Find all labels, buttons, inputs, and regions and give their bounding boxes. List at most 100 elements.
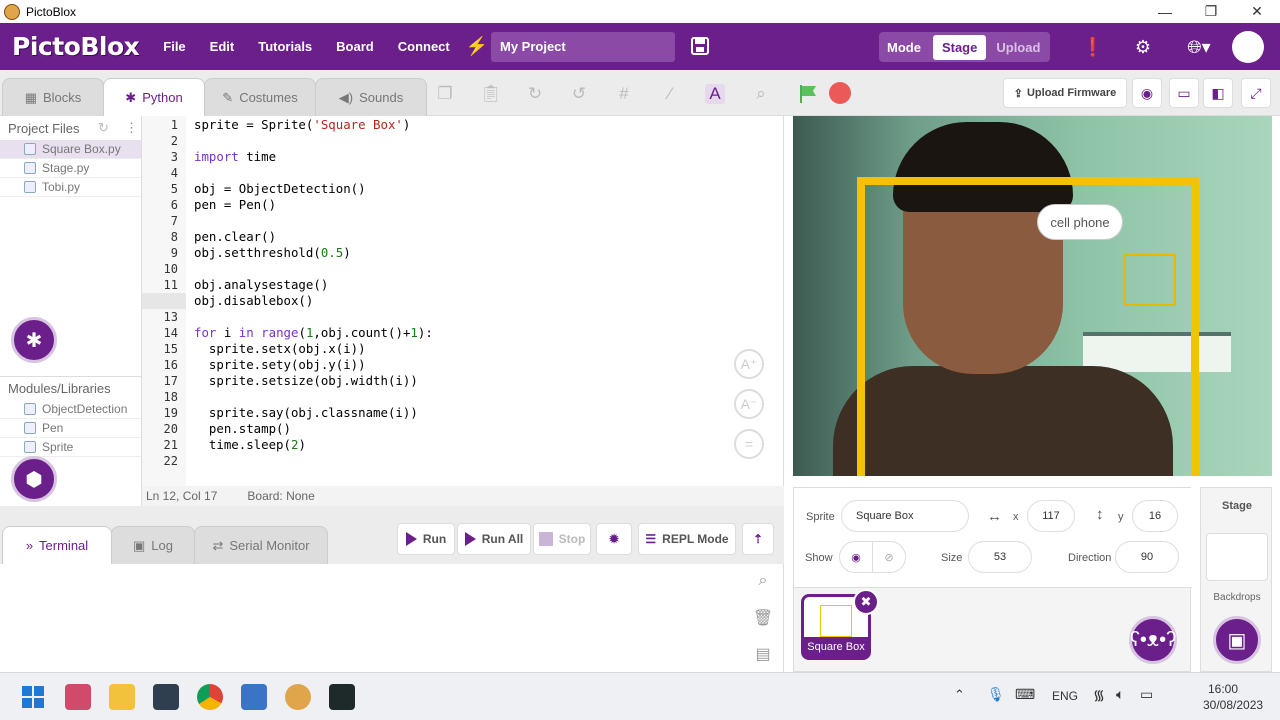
search-icon[interactable]: ⌕ bbox=[752, 572, 774, 594]
feedback-icon[interactable]: ❗ bbox=[1082, 37, 1104, 57]
gear-icon[interactable]: ⚙ bbox=[1133, 37, 1153, 57]
stop-icon[interactable] bbox=[829, 82, 851, 104]
module-item-pen[interactable]: Pen bbox=[0, 419, 141, 438]
search-icon[interactable]: ⌕ bbox=[751, 84, 771, 104]
add-module-button[interactable]: ⬢ bbox=[11, 456, 57, 502]
brush-icon: ✎ bbox=[222, 89, 234, 105]
refresh-icon[interactable]: ↻ bbox=[98, 120, 109, 136]
volume-icon[interactable]: 🔈︎ bbox=[1116, 686, 1124, 703]
clock-date[interactable]: 30/08/2023 bbox=[1203, 698, 1263, 712]
module-icon bbox=[24, 403, 36, 415]
close-button[interactable]: ✕ bbox=[1234, 0, 1280, 23]
x-label: x bbox=[1013, 511, 1019, 523]
tab-terminal[interactable]: » Terminal bbox=[2, 526, 112, 564]
size-field[interactable]: 53 bbox=[968, 541, 1032, 573]
sprite-name-field[interactable]: Square Box bbox=[841, 500, 969, 532]
file-explorer-icon[interactable] bbox=[109, 684, 135, 710]
module-icon bbox=[24, 422, 36, 434]
plug-icon[interactable]: ⚡ bbox=[466, 36, 488, 57]
menu-edit[interactable]: Edit bbox=[210, 39, 235, 54]
run-all-button[interactable]: Run All bbox=[457, 523, 531, 555]
snipping-tool-icon[interactable] bbox=[65, 684, 91, 710]
tab-sounds[interactable]: ◀) Sounds bbox=[315, 78, 427, 116]
battery-icon[interactable]: ▭ bbox=[1140, 686, 1153, 703]
clock-time[interactable]: 16:00 bbox=[1208, 682, 1238, 696]
paste-icon[interactable]: 📋︎ bbox=[480, 84, 502, 104]
mode-upload-button[interactable]: Upload bbox=[996, 40, 1040, 55]
tab-log[interactable]: ▣ Log bbox=[111, 526, 195, 564]
delete-sprite-button[interactable]: ✖ bbox=[853, 589, 879, 615]
module-item-sprite[interactable]: Sprite bbox=[0, 438, 141, 457]
globe-icon[interactable]: 🌐︎▾ bbox=[1184, 37, 1214, 57]
file-item-square-box[interactable]: Square Box.py bbox=[0, 140, 141, 159]
vertical-arrow-icon: ↕ bbox=[1096, 506, 1104, 523]
module-item-objectdetection[interactable]: ObjectDetection bbox=[0, 400, 141, 419]
y-field[interactable]: 16 bbox=[1132, 500, 1178, 532]
menu-board[interactable]: Board bbox=[336, 39, 374, 54]
line-number: 6 bbox=[170, 198, 178, 212]
stop-button[interactable]: Stop bbox=[533, 523, 591, 555]
terminal-app-icon[interactable] bbox=[153, 684, 179, 710]
zoom-out-icon[interactable]: A⁻ bbox=[734, 389, 764, 419]
direction-field[interactable]: 90 bbox=[1115, 541, 1179, 573]
add-backdrop-button[interactable]: ▣ bbox=[1213, 616, 1261, 664]
wifi-icon[interactable]: ᯾ bbox=[1093, 686, 1105, 705]
chrome-icon[interactable] bbox=[197, 684, 223, 710]
more-icon[interactable]: ⋮ bbox=[125, 120, 138, 136]
fullscreen-icon[interactable]: ⤢ bbox=[1241, 78, 1271, 108]
debug-button[interactable]: ✹ bbox=[596, 523, 632, 555]
tab-costumes[interactable]: ✎ Costumes bbox=[204, 78, 316, 116]
run-button[interactable]: Run bbox=[397, 523, 455, 555]
export-button[interactable]: ⇡ bbox=[742, 523, 774, 555]
copy-icon[interactable]: ❐ bbox=[435, 84, 455, 104]
magic-wand-icon[interactable]: ⁄ bbox=[660, 84, 680, 104]
avatar[interactable] bbox=[1232, 31, 1264, 63]
keyboard-icon[interactable]: ⌨ bbox=[1015, 686, 1035, 703]
mode-stage-button[interactable]: Stage bbox=[932, 34, 987, 60]
restore-button[interactable]: ❐ bbox=[1188, 0, 1234, 23]
redo-icon[interactable]: ↻ bbox=[525, 84, 545, 104]
hide-button[interactable]: ⊘ bbox=[872, 541, 906, 573]
repl-mode-button[interactable]: ☰ REPL Mode bbox=[638, 523, 736, 555]
save-icon[interactable] bbox=[690, 36, 710, 56]
stage-canvas[interactable]: cell phone bbox=[793, 116, 1272, 476]
comment-icon[interactable]: # bbox=[614, 84, 634, 104]
chevron-up-icon[interactable]: ⌃ bbox=[954, 687, 965, 703]
windows-start-icon[interactable] bbox=[20, 684, 46, 710]
add-sprite-button[interactable]: ʕ•ᴥ•ʔ bbox=[1129, 616, 1177, 664]
zoom-in-icon[interactable]: A⁺ bbox=[734, 349, 764, 379]
notepad-icon[interactable] bbox=[241, 684, 267, 710]
minimize-button[interactable]: — bbox=[1142, 0, 1188, 23]
green-flag-icon[interactable] bbox=[798, 84, 818, 104]
menu-connect[interactable]: Connect bbox=[398, 39, 450, 54]
stage-thumbnail[interactable] bbox=[1206, 533, 1268, 581]
file-item-stage[interactable]: Stage.py bbox=[0, 159, 141, 178]
large-stage-icon[interactable]: ◧ bbox=[1203, 78, 1233, 108]
menu-tutorials[interactable]: Tutorials bbox=[258, 39, 312, 54]
add-python-file-button[interactable]: ✱ bbox=[11, 317, 57, 363]
sprite-label: Sprite bbox=[806, 511, 835, 523]
terminal-output[interactable]: ⌕ 🗑︎ ▤ bbox=[0, 564, 784, 672]
x-field[interactable]: 117 bbox=[1027, 500, 1075, 532]
font-size-icon[interactable]: A bbox=[705, 84, 725, 104]
tab-python[interactable]: ✱ Python bbox=[103, 78, 205, 116]
code-editor[interactable]: 12345678910111213141516171819202122 spri… bbox=[142, 116, 784, 486]
square-box-sprite[interactable] bbox=[1124, 254, 1176, 306]
language-indicator[interactable]: ENG bbox=[1052, 689, 1078, 703]
file-item-tobi[interactable]: Tobi.py bbox=[0, 178, 141, 197]
microphone-icon[interactable]: 🎙︎ bbox=[987, 686, 1005, 703]
zoom-reset-icon[interactable]: = bbox=[734, 429, 764, 459]
undo-icon[interactable]: ↺ bbox=[569, 84, 589, 104]
tab-serial-monitor[interactable]: ⇄ Serial Monitor bbox=[194, 526, 328, 564]
camera-icon[interactable]: ◉ bbox=[1132, 78, 1162, 108]
document-icon[interactable]: ▤ bbox=[752, 644, 774, 666]
upload-firmware-button[interactable]: ⇪ Upload Firmware bbox=[1003, 78, 1127, 108]
pictoblox-taskbar-icon[interactable] bbox=[285, 684, 311, 710]
small-stage-icon[interactable]: ▭ bbox=[1169, 78, 1199, 108]
project-name-input[interactable]: My Project bbox=[491, 32, 675, 62]
trash-icon[interactable]: 🗑︎ bbox=[752, 608, 774, 630]
tab-blocks[interactable]: ▦ Blocks bbox=[2, 78, 104, 116]
show-visible-button[interactable]: ◉ bbox=[839, 541, 873, 573]
menu-file[interactable]: File bbox=[163, 39, 185, 54]
app-icon[interactable] bbox=[329, 684, 355, 710]
